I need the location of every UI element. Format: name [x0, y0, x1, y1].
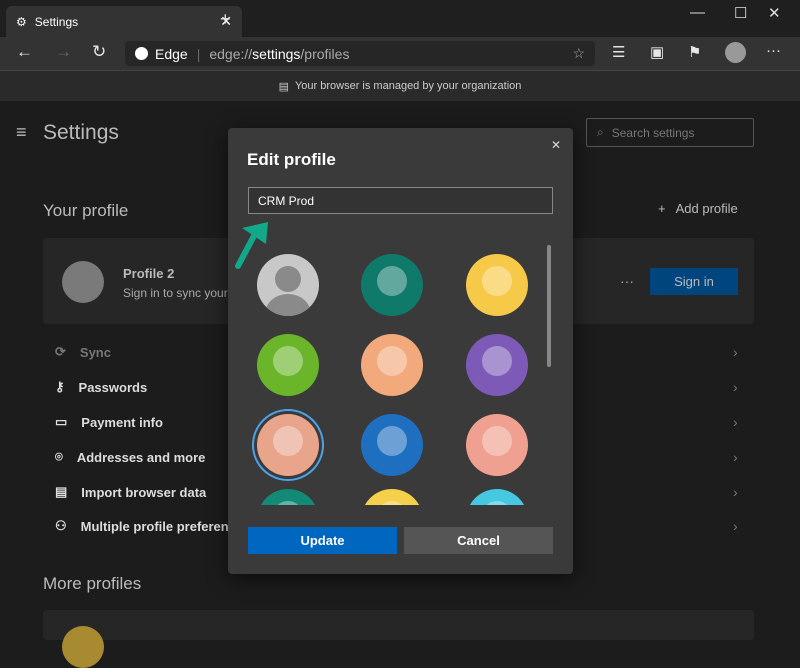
other-profile-avatar[interactable]: [62, 626, 104, 668]
avatar-option-hedgehog[interactable]: [361, 334, 423, 396]
chevron-right-icon: ›: [733, 414, 738, 430]
feedback-icon[interactable]: ⚑: [688, 43, 701, 61]
minimize-button[interactable]: —: [690, 4, 705, 21]
update-button[interactable]: Update: [248, 527, 397, 554]
avatar-option-cat[interactable]: [466, 254, 528, 316]
url-prefix: edge://: [209, 46, 252, 62]
people-gear-icon: ⚇: [55, 518, 67, 534]
nav-label: Multiple profile preferences: [81, 519, 251, 534]
nav-passwords[interactable]: ⚷ Passwords: [55, 379, 147, 395]
scrollbar[interactable]: [547, 245, 551, 367]
new-tab-button[interactable]: +: [220, 9, 231, 30]
nav-label: Sync: [80, 345, 111, 360]
sync-icon: ⟳: [55, 344, 66, 360]
avatar-option-yeti[interactable]: [361, 414, 423, 476]
url-path: settings: [252, 46, 300, 62]
profile-avatar-icon[interactable]: [725, 42, 746, 63]
tab-title: Settings: [35, 15, 78, 29]
menu-icon[interactable]: ≡: [16, 122, 27, 143]
favorite-star-icon[interactable]: ☆: [572, 45, 585, 62]
key-icon: ⚷: [55, 379, 65, 395]
url-suffix: /profiles: [300, 46, 349, 62]
nav-addresses[interactable]: ⌾ Addresses and more: [55, 449, 205, 465]
avatar-option-avatar-11[interactable]: [361, 489, 423, 505]
site-identity: Edge: [155, 46, 188, 62]
address-bar[interactable]: Edge | edge://settings/profiles ☆: [125, 41, 595, 66]
avatar-option-dinosaur[interactable]: [466, 414, 528, 476]
more-menu-icon[interactable]: ···: [766, 42, 781, 59]
search-settings-input[interactable]: ⌕ Search settings: [586, 118, 754, 147]
chevron-right-icon: ›: [733, 484, 738, 500]
close-window-button[interactable]: ✕: [768, 4, 781, 22]
chevron-right-icon: ›: [733, 518, 738, 534]
nav-payment-info[interactable]: ▭ Payment info: [55, 414, 163, 430]
refresh-icon[interactable]: ↻: [92, 42, 106, 62]
more-profiles-heading: More profiles: [43, 574, 141, 594]
sign-in-button[interactable]: Sign in: [650, 268, 738, 295]
chevron-right-icon: ›: [733, 379, 738, 395]
search-icon: ⌕: [597, 125, 604, 140]
page-title: Settings: [43, 121, 119, 145]
add-profile-button[interactable]: + Add profile: [658, 201, 738, 216]
back-icon[interactable]: ←: [16, 42, 33, 62]
avatar-option-llama[interactable]: [361, 254, 423, 316]
profile-name: Profile 2: [123, 266, 174, 281]
nav-label: Passwords: [79, 380, 148, 395]
search-placeholder: Search settings: [612, 126, 695, 140]
managed-text: Your browser is managed by your organiza…: [295, 80, 521, 92]
nav-label: Payment info: [81, 415, 163, 430]
nav-sync[interactable]: ⟳ Sync: [55, 344, 111, 360]
collections-icon[interactable]: ▣: [650, 43, 664, 61]
profile-avatar: [62, 261, 104, 303]
nav-multiple-profile-preferences[interactable]: ⚇ Multiple profile preferences: [55, 518, 250, 534]
avatar-option-panda[interactable]: [257, 334, 319, 396]
nav-label: Addresses and more: [77, 450, 206, 465]
add-profile-label: Add profile: [676, 201, 738, 216]
avatar-option-avatar-10[interactable]: [257, 489, 319, 505]
nav-label: Import browser data: [81, 485, 206, 500]
card-icon: ▭: [55, 414, 67, 430]
avatar-option-astronaut[interactable]: [466, 334, 528, 396]
profile-name-input[interactable]: CRM Prod: [248, 187, 553, 214]
avatar-option-avatar-12[interactable]: [466, 489, 528, 505]
briefcase-icon: ▤: [279, 80, 289, 93]
chevron-right-icon: ›: [733, 449, 738, 465]
import-folder-icon: ▤: [55, 484, 67, 500]
avatar-option-ninja[interactable]: [257, 414, 319, 476]
avatar-grid: [228, 240, 558, 505]
edit-profile-dialog: Edit profile ✕ CRM Prod: [228, 128, 573, 574]
dialog-title: Edit profile: [247, 150, 336, 170]
favorites-icon[interactable]: ☰: [612, 43, 625, 61]
close-dialog-button[interactable]: ✕: [551, 138, 561, 152]
cancel-button[interactable]: Cancel: [404, 527, 553, 554]
managed-banner: ▤ Your browser is managed by your organi…: [0, 70, 800, 101]
profile-subtitle: Sign in to sync your: [123, 286, 228, 300]
your-profile-heading: Your profile: [43, 201, 128, 221]
chevron-right-icon: ›: [733, 344, 738, 360]
nav-import-data[interactable]: ▤ Import browser data: [55, 484, 206, 500]
location-pin-icon: ⌾: [55, 449, 63, 465]
maximize-button[interactable]: ☐: [734, 4, 747, 22]
more-profiles-card: [43, 610, 754, 640]
plus-icon: +: [658, 201, 666, 216]
annotation-arrow-icon: [228, 218, 273, 273]
profile-more-button[interactable]: ···: [620, 273, 634, 289]
forward-icon[interactable]: →: [55, 42, 72, 62]
tab-settings[interactable]: ⚙ Settings ✕: [6, 6, 242, 37]
edge-logo-icon: [135, 47, 148, 60]
gear-icon: ⚙: [16, 15, 27, 29]
